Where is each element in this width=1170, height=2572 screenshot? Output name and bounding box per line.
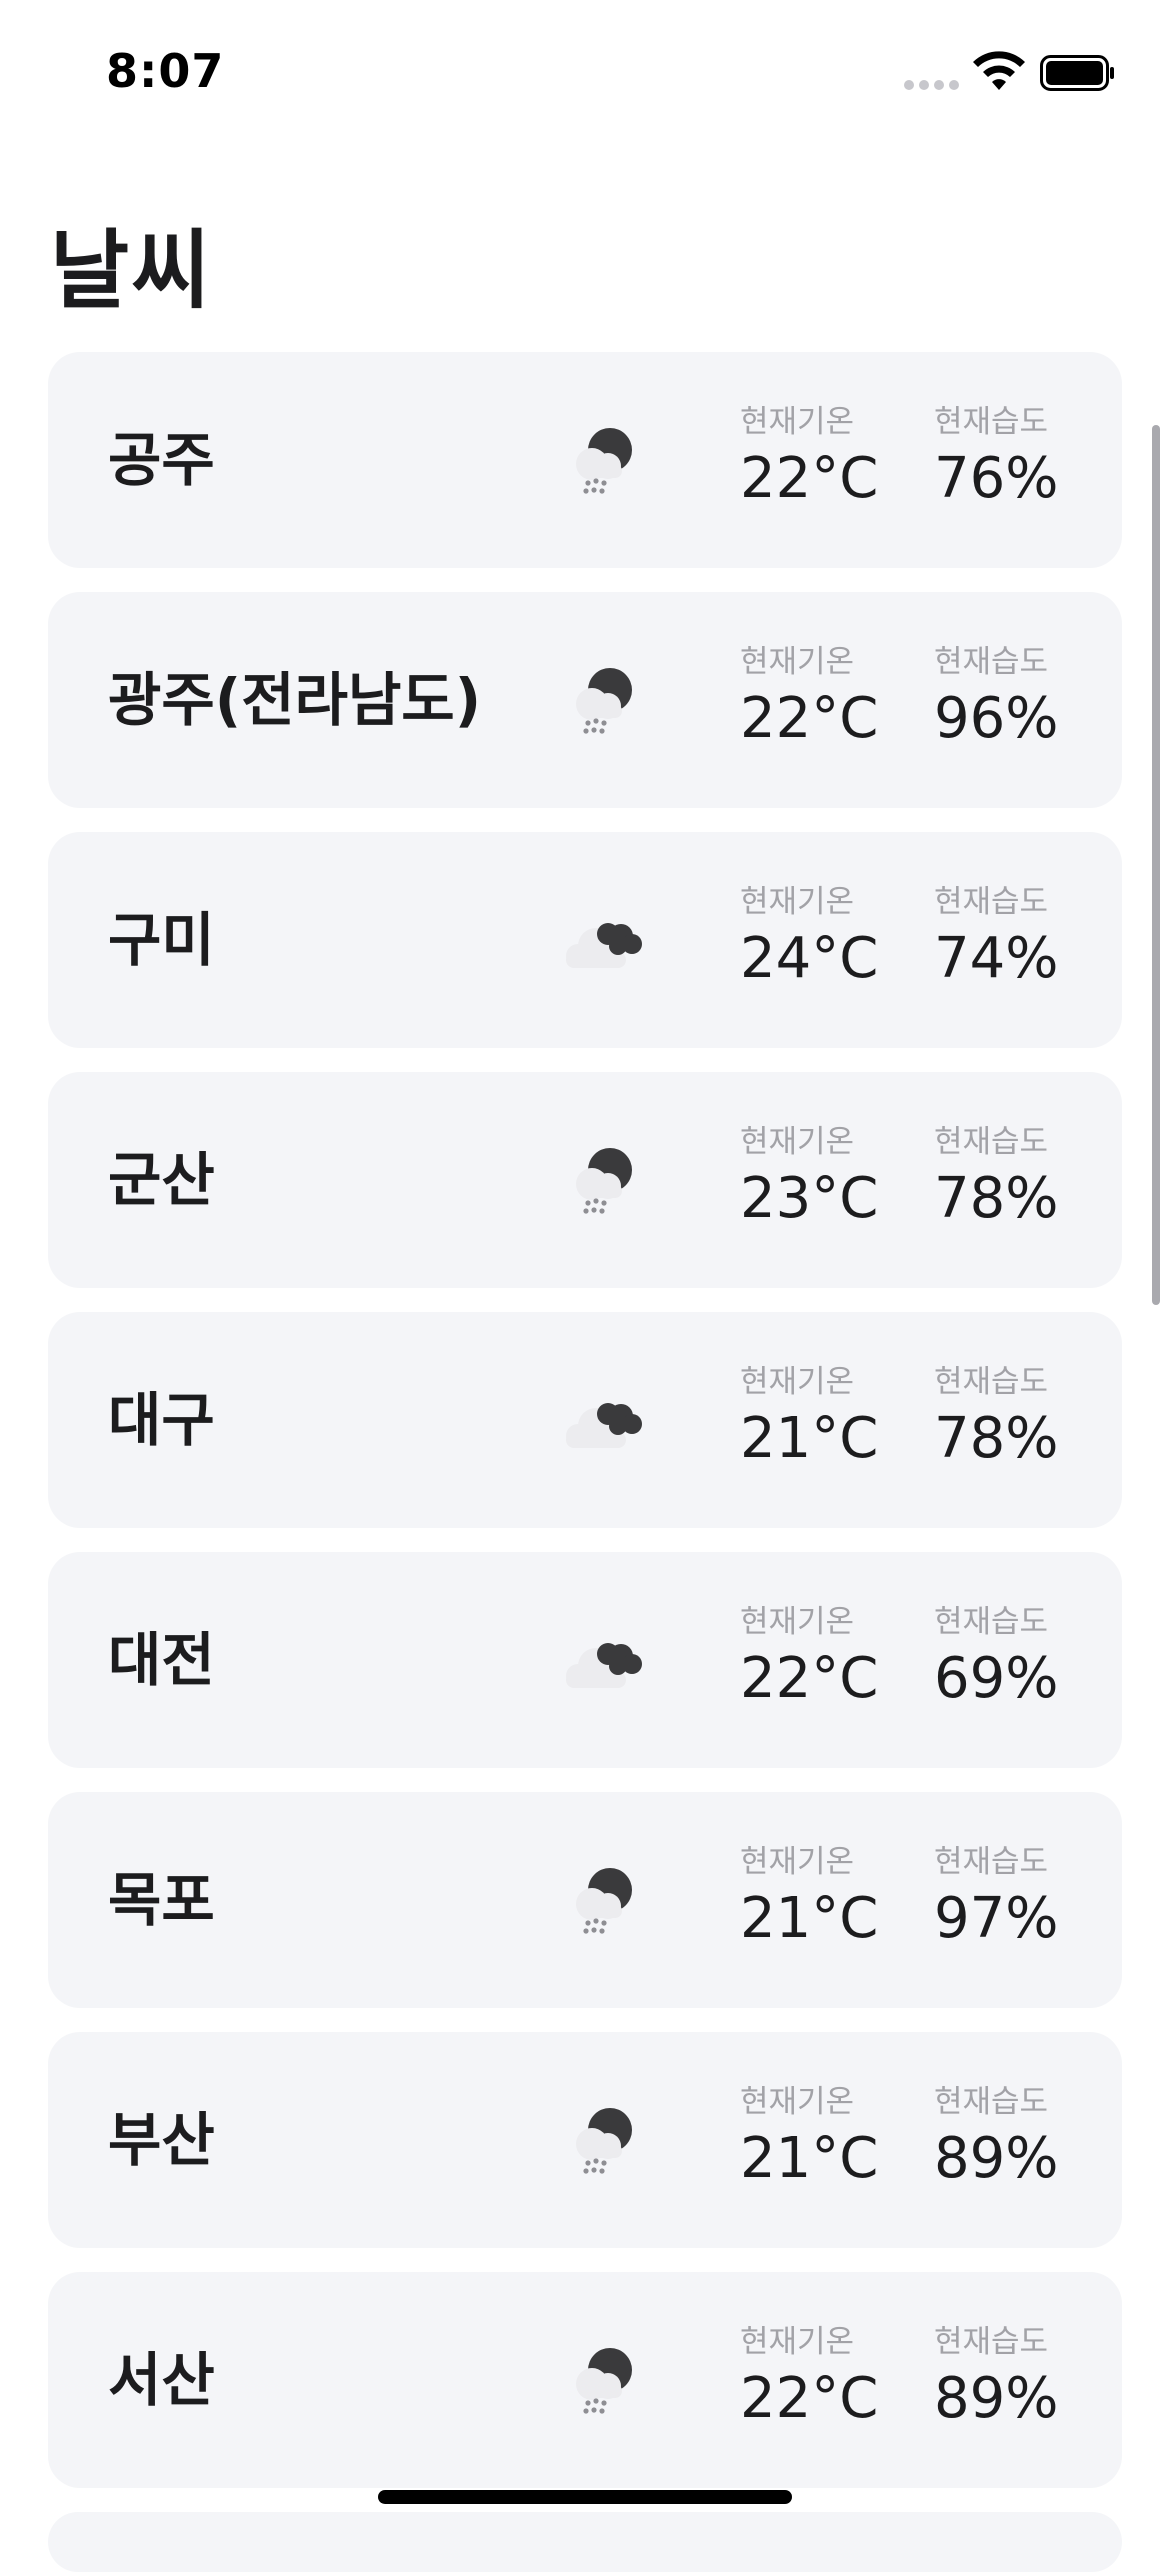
cloudy-icon	[558, 1380, 648, 1460]
temperature-stat: 현재기온 22°C	[740, 2322, 900, 2434]
humidity-value: 78%	[934, 1166, 1059, 1231]
rain-cloud-icon	[558, 1860, 648, 1940]
temperature-label: 현재기온	[740, 2084, 855, 2120]
temperature-label: 현재기온	[740, 644, 855, 680]
humidity-label: 현재습도	[934, 884, 1049, 920]
humidity-stat: 현재습도 96%	[934, 642, 1094, 754]
cloudy-icon	[558, 1620, 648, 1700]
temperature-value: 21°C	[740, 2126, 879, 2191]
humidity-stat: 현재습도 74%	[934, 882, 1094, 994]
home-indicator[interactable]	[378, 2490, 792, 2504]
temperature-stat: 현재기온 21°C	[740, 2082, 900, 2194]
humidity-label: 현재습도	[934, 2324, 1049, 2360]
temperature-stat: 현재기온 21°C	[740, 1842, 900, 1954]
rain-cloud-icon	[558, 1140, 648, 1220]
city-name: 대구	[108, 1386, 215, 1454]
city-name: 서산	[108, 2346, 215, 2414]
humidity-value: 74%	[934, 926, 1059, 991]
humidity-value: 76%	[934, 446, 1059, 511]
humidity-label: 현재습도	[934, 404, 1049, 440]
humidity-label: 현재습도	[934, 644, 1049, 680]
humidity-stat: 현재습도 78%	[934, 1362, 1094, 1474]
city-card[interactable]: 공주 현재기온 22°C 현재습도 76%	[48, 352, 1122, 568]
temperature-value: 21°C	[740, 1886, 879, 1951]
city-card[interactable]: 서산 현재기온 22°C 현재습도 89%	[48, 2272, 1122, 2488]
temperature-label: 현재기온	[740, 1844, 855, 1880]
temperature-label: 현재기온	[740, 884, 855, 920]
temperature-value: 22°C	[740, 1646, 879, 1711]
humidity-stat: 현재습도 89%	[934, 2082, 1094, 2194]
humidity-stat: 현재습도 76%	[934, 402, 1094, 514]
temperature-stat: 현재기온 23°C	[740, 1122, 900, 1234]
city-card[interactable]: 대구 현재기온 21°C 현재습도 78%	[48, 1312, 1122, 1528]
status-time: 8:07	[106, 44, 225, 98]
temperature-value: 22°C	[740, 2366, 879, 2431]
status-bar: 8:07	[0, 0, 1170, 140]
humidity-label: 현재습도	[934, 2084, 1049, 2120]
city-card[interactable]: 목포 현재기온 21°C 현재습도 97%	[48, 1792, 1122, 2008]
temperature-label: 현재기온	[740, 1364, 855, 1400]
temperature-value: 22°C	[740, 446, 879, 511]
humidity-label: 현재습도	[934, 1604, 1049, 1640]
city-card[interactable]: 광주(전라남도) 현재기온 22°C 현재습도 96%	[48, 592, 1122, 808]
humidity-stat: 현재습도 97%	[934, 1842, 1094, 1954]
rain-cloud-icon	[558, 660, 648, 740]
temperature-value: 21°C	[740, 1406, 879, 1471]
city-name: 광주(전라남도)	[108, 666, 482, 734]
humidity-value: 89%	[934, 2366, 1059, 2431]
city-name: 부산	[108, 2106, 215, 2174]
humidity-value: 96%	[934, 686, 1059, 751]
temperature-stat: 현재기온 22°C	[740, 642, 900, 754]
city-name: 군산	[108, 1146, 215, 1214]
rain-cloud-icon	[558, 2340, 648, 2420]
humidity-value: 69%	[934, 1646, 1059, 1711]
humidity-value: 78%	[934, 1406, 1059, 1471]
temperature-label: 현재기온	[740, 1124, 855, 1160]
temperature-value: 24°C	[740, 926, 879, 991]
humidity-value: 97%	[934, 1886, 1059, 1951]
humidity-stat: 현재습도 89%	[934, 2322, 1094, 2434]
city-card[interactable]: 군산 현재기온 23°C 현재습도 78%	[48, 1072, 1122, 1288]
battery-icon	[1040, 55, 1114, 91]
temperature-stat: 현재기온 24°C	[740, 882, 900, 994]
humidity-stat: 현재습도 78%	[934, 1122, 1094, 1234]
temperature-label: 현재기온	[740, 1604, 855, 1640]
city-card[interactable]: 대전 현재기온 22°C 현재습도 69%	[48, 1552, 1122, 1768]
temperature-value: 23°C	[740, 1166, 879, 1231]
city-name: 목포	[108, 1866, 215, 1934]
temperature-stat: 현재기온 22°C	[740, 402, 900, 514]
city-card[interactable]: 부산 현재기온 21°C 현재습도 89%	[48, 2032, 1122, 2248]
city-list[interactable]: 공주 현재기온 22°C 현재습도 76% 광주(전라남도) 현재기온 22°C…	[48, 352, 1122, 2512]
city-name: 구미	[108, 906, 215, 974]
wifi-icon	[973, 51, 1025, 90]
cloudy-icon	[558, 900, 648, 980]
humidity-label: 현재습도	[934, 1364, 1049, 1400]
cellular-signal-icon	[904, 80, 959, 90]
humidity-label: 현재습도	[934, 1844, 1049, 1880]
page-title: 날씨	[50, 221, 213, 321]
temperature-value: 22°C	[740, 686, 879, 751]
humidity-value: 89%	[934, 2126, 1059, 2191]
temperature-label: 현재기온	[740, 404, 855, 440]
temperature-stat: 현재기온 21°C	[740, 1362, 900, 1474]
scroll-indicator[interactable]	[1152, 425, 1160, 1305]
humidity-label: 현재습도	[934, 1124, 1049, 1160]
temperature-label: 현재기온	[740, 2324, 855, 2360]
rain-cloud-icon	[558, 420, 648, 500]
city-card[interactable]: 구미 현재기온 24°C 현재습도 74%	[48, 832, 1122, 1048]
city-card-partial[interactable]	[48, 2512, 1122, 2572]
rain-cloud-icon	[558, 2100, 648, 2180]
temperature-stat: 현재기온 22°C	[740, 1602, 900, 1714]
city-name: 공주	[108, 426, 215, 494]
humidity-stat: 현재습도 69%	[934, 1602, 1094, 1714]
city-name: 대전	[108, 1626, 215, 1694]
